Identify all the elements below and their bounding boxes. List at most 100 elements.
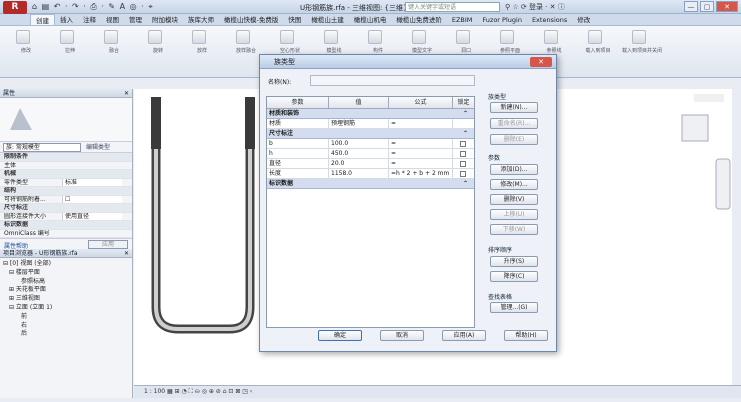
ribbon-tab[interactable]: 橄榄山机电	[349, 14, 392, 25]
ribbon-tab[interactable]: 橄榄山免费进阶	[391, 14, 447, 25]
ribbon-tab[interactable]: 注释	[78, 14, 101, 25]
sort-ascending-button[interactable]: 升序(S)	[490, 256, 538, 267]
property-row[interactable]: 可将钢筋附着... ☐	[0, 195, 132, 204]
param-value[interactable]: 1158.0	[329, 169, 389, 178]
add-param-button[interactable]: 添加(D)...	[490, 164, 538, 175]
tree-item[interactable]: ⊟ 楼层平面	[3, 269, 129, 278]
ribbon-tool-icon[interactable]	[456, 30, 470, 44]
param-value[interactable]: 450.0	[329, 149, 389, 158]
maximize-button[interactable]: ▢	[700, 1, 714, 12]
ribbon-tab[interactable]: 修改	[572, 14, 595, 25]
parameter-row[interactable]: 直径 20.0 =	[267, 159, 474, 169]
ribbon-tab[interactable]: 快图	[283, 14, 306, 25]
minimize-button[interactable]: —	[684, 1, 698, 12]
property-value[interactable]: ☐	[62, 195, 122, 204]
name-dropdown[interactable]	[310, 75, 475, 86]
close-window-button[interactable]: ✕	[716, 1, 738, 12]
dialog-apply-button[interactable]: 应用(A)	[442, 330, 486, 341]
move-down-button[interactable]: 下移(W)	[490, 224, 538, 235]
param-value[interactable]: 100.0	[329, 139, 389, 148]
quick-access-toolbar[interactable]: ⌂ ▤ ↶ · ↷ · ⎙ · ✎ A ◎ · ⌖	[32, 2, 154, 12]
parameter-row[interactable]: 材质 预埋钢筋 =	[267, 119, 474, 129]
view-controls[interactable]	[694, 94, 724, 102]
rename-type-button[interactable]: 重命名(R)...	[490, 118, 538, 129]
ribbon-tab[interactable]: 橄榄山土建	[306, 14, 349, 25]
ribbon-tool-icon[interactable]	[588, 30, 602, 44]
viewcube-icon[interactable]	[681, 114, 709, 142]
param-lock[interactable]	[453, 139, 474, 148]
lock-checkbox[interactable]	[460, 161, 466, 167]
parameter-row[interactable]: b 100.0 =	[267, 139, 474, 149]
cancel-button[interactable]: 取消	[380, 330, 424, 341]
type-selector[interactable]: 族: 常规模型	[3, 143, 81, 152]
ribbon-tool-icon[interactable]	[324, 30, 338, 44]
lock-checkbox[interactable]	[460, 151, 466, 157]
app-menu-button[interactable]: R	[3, 1, 27, 14]
ribbon-tool-icon[interactable]	[16, 30, 30, 44]
lock-checkbox[interactable]	[460, 141, 466, 147]
apply-button[interactable]: 应用	[88, 240, 128, 249]
parameter-row[interactable]: h 450.0 =	[267, 149, 474, 159]
ribbon-tool-icon[interactable]	[280, 30, 294, 44]
ribbon-tab[interactable]: EZBIM	[447, 14, 478, 25]
ribbon-tool-icon[interactable]	[368, 30, 382, 44]
property-row[interactable]: OmniClass 编号	[0, 230, 132, 238]
property-row[interactable]: 圆形连接件大小 使用直径	[0, 212, 132, 221]
param-value[interactable]: 20.0	[329, 159, 389, 168]
tree-item[interactable]: 后	[3, 330, 129, 339]
tree-item[interactable]: ⊟ [0] 视图 (全部)	[3, 260, 129, 269]
move-up-button[interactable]: 上移(U)	[490, 209, 538, 220]
param-lock[interactable]	[453, 159, 474, 168]
param-formula[interactable]: =h * 2 + b + 2 mm	[389, 169, 453, 178]
ribbon-tab[interactable]: Extensions	[527, 14, 572, 25]
infocenter-tools[interactable]: ⚲ ☆ ⟳ 登录 · ✕ ⓘ	[505, 2, 565, 12]
param-formula[interactable]: =	[389, 119, 453, 128]
param-lock[interactable]	[453, 149, 474, 158]
ribbon-tool-icon[interactable]	[192, 30, 206, 44]
navigation-bar[interactable]	[715, 158, 731, 210]
ok-button[interactable]: 确定	[318, 330, 362, 341]
search-input[interactable]: 键入关键字或短语	[405, 2, 500, 12]
grid-section-header[interactable]: 标识数据 ⌃	[267, 179, 474, 189]
grid-section-header[interactable]: 材质和装饰 ⌃	[267, 109, 474, 119]
property-value[interactable]: 标准	[62, 178, 122, 187]
ribbon-tool-icon[interactable]	[544, 30, 558, 44]
param-formula[interactable]: =	[389, 159, 453, 168]
parameter-row[interactable]: 长度 1158.0 =h * 2 + b + 2 mm	[267, 169, 474, 179]
property-row[interactable]: 零件类型 标准	[0, 178, 132, 187]
collapse-icon[interactable]: ⌃	[463, 109, 468, 119]
param-formula[interactable]: =	[389, 139, 453, 148]
delete-param-button[interactable]: 删除(V)	[490, 194, 538, 205]
tree-item[interactable]: ⊞ 天花板平面	[3, 286, 129, 295]
param-value[interactable]: 预埋钢筋	[329, 119, 389, 128]
tree-item[interactable]: 前	[3, 313, 129, 322]
help-button[interactable]: 帮助(H)	[504, 330, 548, 341]
sort-descending-button[interactable]: 降序(C)	[490, 271, 538, 282]
ribbon-tab[interactable]: 管理	[124, 14, 147, 25]
property-row[interactable]: 主体	[0, 162, 132, 170]
ribbon-tool-icon[interactable]	[148, 30, 162, 44]
view-control-bar[interactable]: 1 : 100 ▦ ⊞ ◔ ⛶ ⛀ ◎ ⊕ ⊘ ⌂ ⊡ ⊠ ◳ ‹	[134, 385, 741, 398]
collapse-icon[interactable]: ⌃	[463, 129, 468, 139]
ribbon-tool-icon[interactable]	[60, 30, 74, 44]
ribbon-tool-icon[interactable]	[632, 30, 646, 44]
ribbon-tab[interactable]: 创建	[30, 14, 55, 25]
modify-param-button[interactable]: 修改(M)...	[490, 179, 538, 190]
param-lock[interactable]	[453, 119, 474, 128]
close-icon[interactable]: ✕	[124, 89, 129, 98]
property-value[interactable]: 使用直径	[62, 212, 122, 221]
ribbon-tab[interactable]: 视图	[101, 14, 124, 25]
ribbon-tool-icon[interactable]	[412, 30, 426, 44]
ribbon-tab[interactable]: Fuzor Plugin	[477, 14, 527, 25]
edit-type-button[interactable]: 编辑类型	[86, 143, 110, 152]
param-lock[interactable]	[453, 169, 474, 178]
close-icon[interactable]: ✕	[124, 249, 129, 258]
tree-item[interactable]: ⊟ 立面 (立面 1)	[3, 304, 129, 313]
collapse-icon[interactable]: ⌃	[463, 179, 468, 189]
ribbon-tool-icon[interactable]	[104, 30, 118, 44]
ribbon-tab[interactable]: 橄榄山快模-免费版	[219, 14, 283, 25]
delete-type-button[interactable]: 删除(E)	[490, 134, 538, 145]
manage-lookup-button[interactable]: 管理...(G)	[490, 302, 538, 313]
close-icon[interactable]: ✕	[530, 57, 552, 67]
tree-item[interactable]: ⊞ 三维视图	[3, 295, 129, 304]
